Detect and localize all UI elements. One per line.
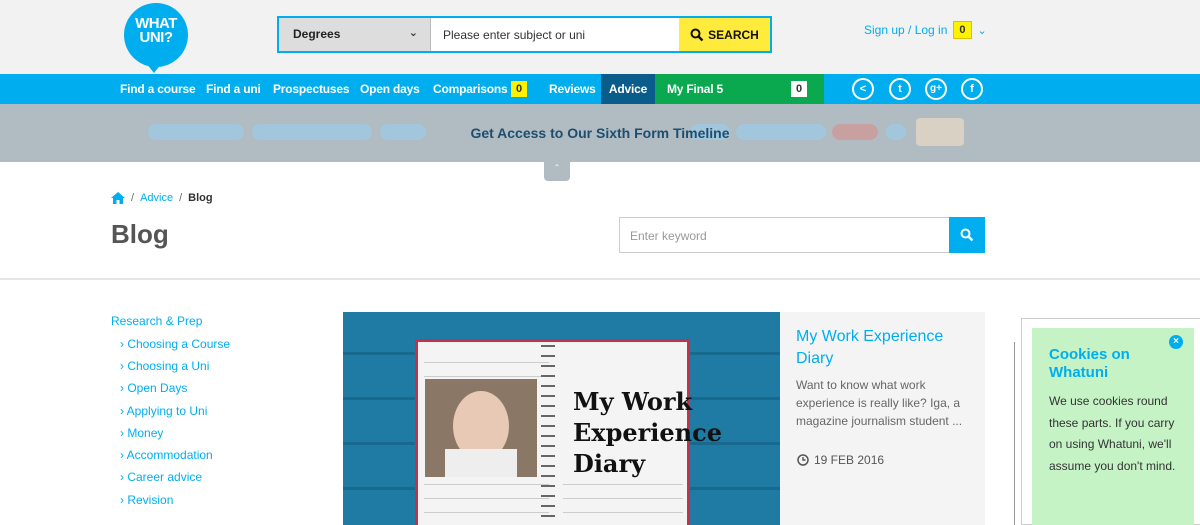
sidebar-item-choosing-course[interactable]: › Choosing a Course bbox=[120, 337, 230, 351]
comparisons-count-badge[interactable]: 0 bbox=[511, 81, 528, 97]
nav-prospectuses[interactable]: Prospectuses bbox=[273, 74, 350, 104]
signup-login-link[interactable]: Sign up / Log in bbox=[864, 23, 947, 37]
search-button[interactable]: SEARCH bbox=[679, 18, 770, 51]
subject-search-input[interactable]: Please enter subject or uni bbox=[431, 18, 679, 51]
sidebar-item-career-advice[interactable]: › Career advice bbox=[120, 470, 202, 484]
sidebar-heading-research-prep[interactable]: Research & Prep bbox=[111, 314, 202, 328]
breadcrumb-separator: / bbox=[179, 192, 183, 204]
article-date-text: 19 FEB 2016 bbox=[814, 453, 885, 467]
banner-collapse-toggle[interactable]: ˆ bbox=[544, 162, 570, 181]
sidebar-item-label: Career advice bbox=[127, 470, 203, 484]
sidebar-item-open-days[interactable]: › Open Days bbox=[120, 381, 187, 395]
breadcrumb: / Advice / Blog bbox=[111, 192, 213, 204]
article-description: Want to know what work experience is rea… bbox=[796, 378, 963, 428]
keyword-search-button[interactable] bbox=[949, 217, 985, 253]
signup-login: Sign up / Log in 0 ⌄ bbox=[864, 21, 987, 39]
notebook-line bbox=[424, 362, 549, 363]
close-icon[interactable]: × bbox=[1169, 335, 1183, 349]
side-panel-frame-edge bbox=[1014, 342, 1021, 525]
sidebar-item-label: Accommodation bbox=[126, 448, 213, 462]
main-search-bar: Degrees ⌄ Please enter subject or uni SE… bbox=[277, 16, 772, 53]
sidebar-item-money[interactable]: › Money bbox=[120, 426, 163, 440]
clock-icon bbox=[797, 454, 809, 466]
student-photo bbox=[425, 379, 537, 477]
nav-reviews[interactable]: Reviews bbox=[549, 74, 596, 104]
facebook-icon[interactable]: f bbox=[961, 78, 983, 100]
sidebar-item-label: Revision bbox=[127, 493, 174, 507]
site-header: WHAT UNI? Degrees ⌄ Please enter subject… bbox=[0, 0, 1200, 74]
sidebar-item-label: Choosing a Course bbox=[127, 337, 231, 351]
banner-text[interactable]: Get Access to Our Sixth Form Timeline bbox=[0, 125, 1200, 141]
degree-type-value: Degrees bbox=[293, 27, 341, 41]
chevron-up-icon: ˆ bbox=[555, 164, 559, 175]
search-icon bbox=[960, 228, 974, 242]
sidebar-item-label: Choosing a Uni bbox=[127, 359, 210, 373]
search-icon bbox=[690, 28, 704, 41]
nav-find-course[interactable]: Find a course bbox=[120, 74, 196, 104]
notebook-line bbox=[424, 498, 549, 499]
image-text-line-1: My Work bbox=[573, 387, 693, 416]
google-plus-icon[interactable]: g+ bbox=[925, 78, 947, 100]
breadcrumb-separator: / bbox=[131, 192, 135, 204]
nav-open-days[interactable]: Open days bbox=[360, 74, 420, 104]
sidebar-item-revision[interactable]: › Revision bbox=[120, 493, 173, 507]
nav-comparisons[interactable]: Comparisons bbox=[433, 74, 508, 104]
nav-find-uni[interactable]: Find a uni bbox=[206, 74, 261, 104]
sidebar-item-label: Open Days bbox=[127, 381, 188, 395]
search-button-label: SEARCH bbox=[708, 27, 759, 42]
shirt-shape bbox=[445, 449, 517, 477]
sidebar-item-accommodation[interactable]: › Accommodation bbox=[120, 448, 213, 462]
notebook-line bbox=[424, 376, 549, 377]
article-title[interactable]: My Work Experience Diary bbox=[796, 326, 971, 370]
twitter-icon[interactable]: t bbox=[889, 78, 911, 100]
sidebar-item-applying[interactable]: › Applying to Uni bbox=[120, 404, 207, 418]
breadcrumb-advice[interactable]: Advice bbox=[140, 192, 173, 204]
degree-type-select[interactable]: Degrees ⌄ bbox=[279, 18, 431, 51]
chevron-down-icon[interactable]: ⌄ bbox=[978, 24, 987, 37]
page-title: Blog bbox=[111, 219, 169, 249]
sidebar-item-choosing-uni[interactable]: › Choosing a Uni bbox=[120, 359, 209, 373]
final-5-count-badge[interactable]: 0 bbox=[791, 81, 808, 97]
notebook-spiral bbox=[541, 345, 555, 517]
keyword-search-input[interactable]: Enter keyword bbox=[619, 217, 950, 253]
notebook-line bbox=[563, 484, 683, 485]
notebook-line bbox=[424, 484, 549, 485]
notebook-line bbox=[563, 512, 683, 513]
logo-line-2: UNI? bbox=[139, 29, 174, 46]
sidebar-item-label: Money bbox=[127, 426, 164, 440]
notebook-line bbox=[424, 512, 549, 513]
chevron-down-icon: ⌄ bbox=[408, 27, 418, 39]
home-icon[interactable] bbox=[111, 192, 125, 204]
breadcrumb-blog: Blog bbox=[188, 192, 213, 204]
section-divider bbox=[0, 278, 1200, 280]
basket-count-badge[interactable]: 0 bbox=[953, 21, 972, 39]
whatuni-logo[interactable]: WHAT UNI? bbox=[124, 3, 188, 73]
main-nav: Find a course Find a uni Prospectuses Op… bbox=[0, 74, 1200, 104]
cookie-notice-text: We use cookies round these parts. If you… bbox=[1049, 394, 1176, 473]
sixth-form-banner[interactable]: Get Access to Our Sixth Form Timeline bbox=[0, 104, 1200, 162]
article-image[interactable]: My Work Experience Diary bbox=[343, 312, 780, 525]
share-icon[interactable]: < bbox=[852, 78, 874, 100]
article-date: 19 FEB 2016 bbox=[797, 453, 884, 467]
nav-advice[interactable]: Advice bbox=[601, 74, 655, 104]
sidebar-item-label: Applying to Uni bbox=[126, 404, 208, 418]
image-text-line-2: Experience bbox=[573, 418, 723, 447]
image-text-line-3: Diary bbox=[573, 449, 646, 478]
notebook-line bbox=[563, 498, 683, 499]
cookie-notice-title: Cookies on Whatuni bbox=[1049, 346, 1130, 381]
